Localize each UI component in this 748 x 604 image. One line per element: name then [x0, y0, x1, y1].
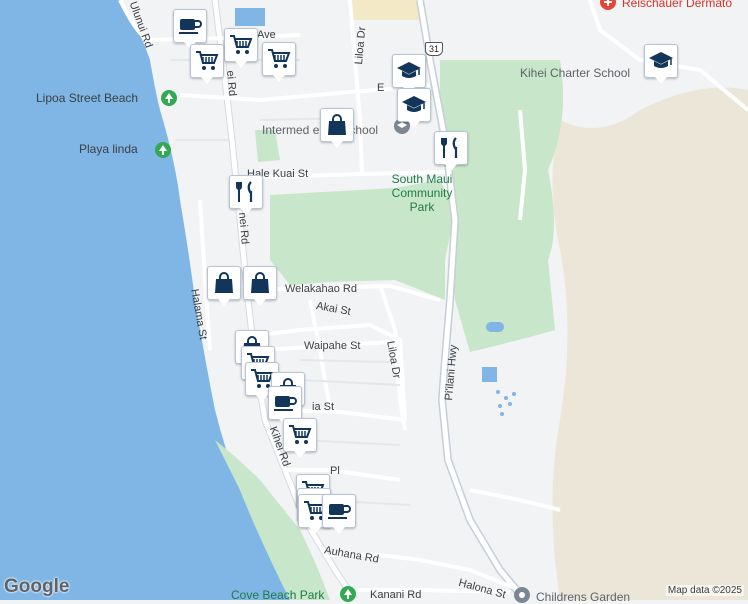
school-icon	[396, 58, 422, 84]
pl-label: Pl	[330, 465, 340, 477]
google-logo: Google	[4, 576, 69, 598]
school-marker[interactable]	[397, 88, 431, 122]
cafe-marker[interactable]	[322, 494, 356, 528]
ei-rd-label: ei Rd	[224, 70, 238, 97]
cafe-icon	[272, 390, 298, 416]
restaurant-marker[interactable]	[229, 175, 263, 209]
cafe-marker[interactable]	[268, 386, 302, 420]
e-top-label: E	[377, 82, 384, 94]
cafe-marker[interactable]	[173, 9, 207, 43]
medical-icon	[603, 0, 613, 7]
hills-area	[553, 88, 748, 601]
shopping-bag-marker[interactable]	[207, 266, 241, 300]
shopping-cart-icon	[287, 422, 313, 448]
school-icon	[397, 121, 407, 131]
pond-3	[235, 8, 265, 26]
shopping-bag-marker[interactable]	[243, 266, 277, 300]
tree-icon	[164, 93, 174, 103]
restaurant-marker[interactable]	[434, 131, 468, 165]
tree-icon	[158, 145, 168, 155]
shopping-bag-icon	[247, 270, 273, 296]
lipoa-street-beach-label: Lipoa Street Beach	[36, 91, 138, 105]
waipahe-st-label: Waipahe St	[304, 340, 360, 352]
garden-pin-icon[interactable]	[514, 587, 530, 603]
pond-2	[482, 367, 497, 382]
route-31-shield: 31	[425, 42, 443, 56]
kihei-charter-school-label: Kihei Charter School	[520, 66, 630, 80]
ia-st-label: ia St	[312, 401, 334, 413]
school-icon	[648, 48, 674, 74]
welakahao-rd-label: Welakahao Rd	[285, 283, 357, 295]
place-icon	[517, 590, 527, 600]
pond	[486, 322, 504, 332]
map-attribution[interactable]: Map data ©2025	[666, 585, 744, 596]
tree-icon	[343, 589, 353, 599]
kanani-rd-label: Kanani Rd	[370, 589, 421, 601]
map-canvas[interactable]	[0, 0, 748, 600]
cafe-icon	[177, 13, 203, 39]
cart-marker[interactable]	[190, 44, 224, 78]
shopping-cart-icon	[266, 46, 292, 72]
childrens-garden-label: Childrens Garden	[536, 590, 630, 604]
cart-marker[interactable]	[224, 28, 258, 62]
shopping-cart-icon	[194, 48, 220, 74]
restaurant-icon	[233, 179, 259, 205]
cart-marker[interactable]	[262, 42, 296, 76]
shopping-bag-marker[interactable]	[320, 108, 354, 142]
sand-strip	[350, 0, 420, 20]
cart-marker[interactable]	[283, 418, 317, 452]
shopping-bag-icon	[324, 112, 350, 138]
school-marker[interactable]	[392, 54, 426, 88]
park-pin-icon[interactable]	[155, 142, 171, 158]
park-pin-icon[interactable]	[161, 90, 177, 106]
restaurant-icon	[438, 135, 464, 161]
ave-label: Ave	[257, 29, 276, 41]
shopping-bag-icon	[211, 270, 237, 296]
cafe-icon	[326, 498, 352, 524]
shopping-cart-icon	[228, 32, 254, 58]
reischauer-label: Reischauer Dermato	[622, 0, 732, 10]
school-icon	[401, 92, 427, 118]
playa-linda-label: Playa linda	[79, 142, 138, 156]
south-maui-community-park-label: South Maui Community Park	[384, 172, 460, 214]
school-marker[interactable]	[644, 44, 678, 78]
